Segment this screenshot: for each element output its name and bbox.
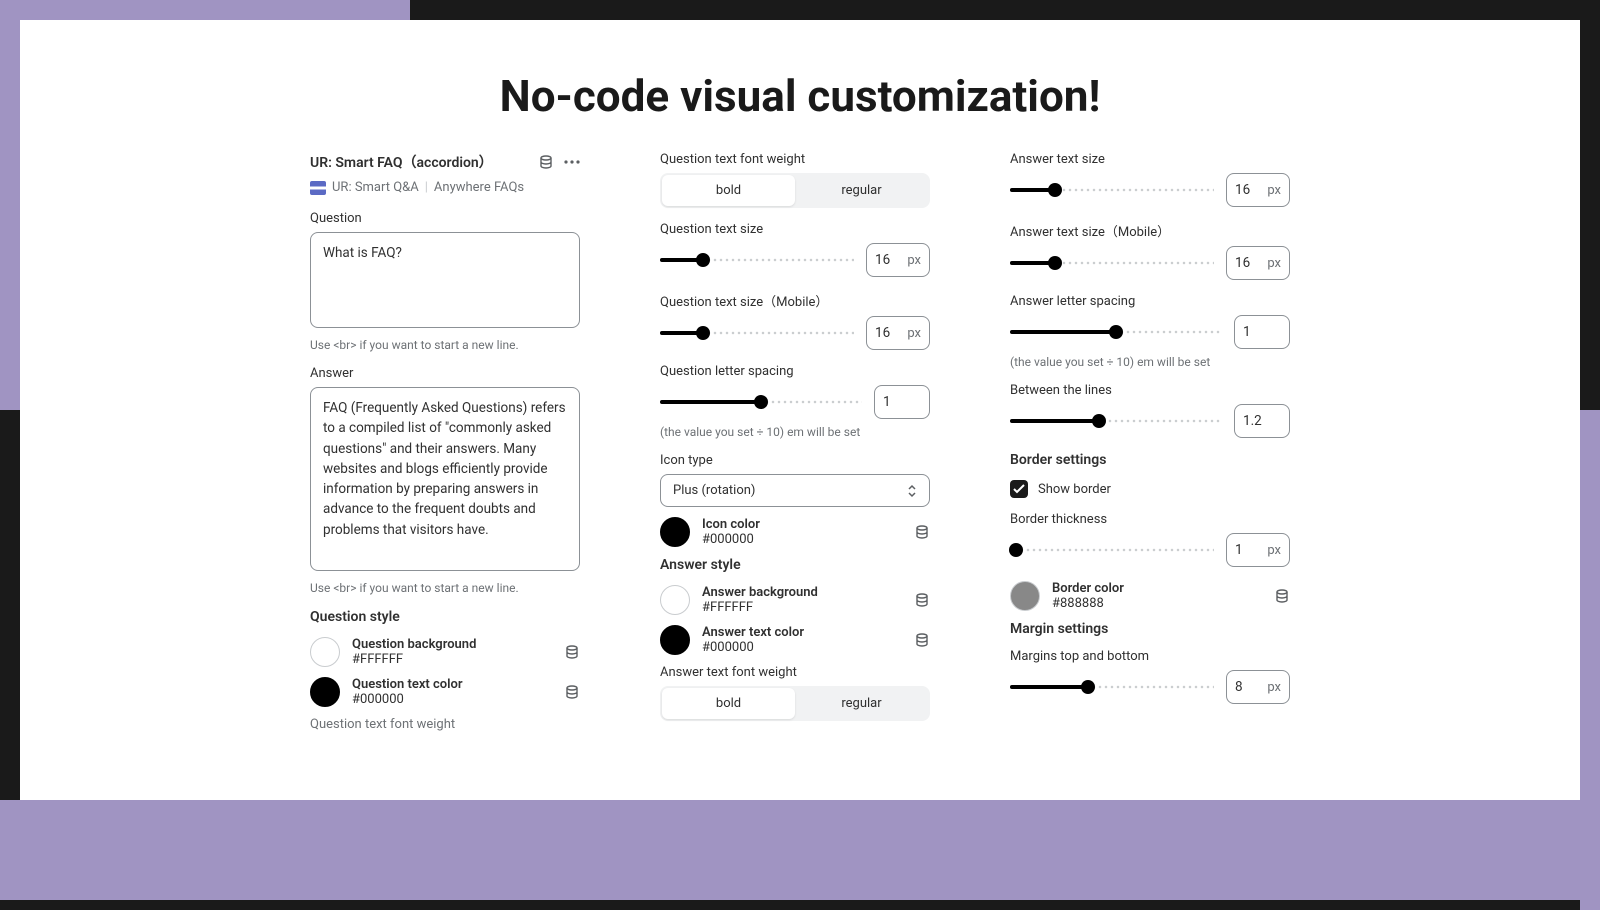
qts-label: Question text size [660, 222, 930, 237]
border-color[interactable]: Border color #888888 [1010, 581, 1290, 611]
bt-label: Border thickness [1010, 512, 1290, 527]
ats-slider[interactable] [1010, 180, 1214, 200]
select-chevron-icon [907, 484, 917, 498]
btl-slider[interactable] [1010, 411, 1222, 431]
crumb-section[interactable]: Anywhere FAQs [434, 180, 524, 195]
database-icon[interactable] [538, 154, 554, 170]
btl-input[interactable]: 1.2 [1234, 404, 1290, 438]
als-input[interactable]: 1 [1234, 315, 1290, 349]
qfw-label: Question text font weight [660, 152, 930, 167]
crumb-app[interactable]: UR: Smart Q&A [332, 180, 419, 195]
panel-answer-border: Answer text size 16px Answer text size（M… [1010, 152, 1290, 732]
icon-color[interactable]: Icon color #000000 [660, 517, 930, 547]
als-label: Answer letter spacing [1010, 294, 1290, 309]
app-icon [310, 181, 326, 195]
dynamic-source-icon[interactable] [914, 592, 930, 608]
truncated-label: Question text font weight [310, 717, 580, 732]
qfw-segment: bold regular [660, 173, 930, 208]
question-input[interactable] [310, 232, 580, 328]
ats-label: Answer text size [1010, 152, 1290, 167]
mtb-label: Margins top and bottom [1010, 649, 1290, 664]
qls-slider[interactable] [660, 392, 862, 412]
als-slider[interactable] [1010, 322, 1222, 342]
ats-input[interactable]: 16px [1226, 173, 1290, 207]
answer-label: Answer [310, 366, 580, 381]
page-title: No-code visual customization! [20, 20, 1580, 152]
mtb-input[interactable]: 8px [1226, 670, 1290, 704]
color-swatch [1010, 581, 1040, 611]
dynamic-source-icon[interactable] [564, 684, 580, 700]
btl-label: Between the lines [1010, 383, 1290, 398]
icon-type-label: Icon type [660, 453, 930, 468]
dynamic-source-icon[interactable] [914, 524, 930, 540]
afw-bold[interactable]: bold [662, 688, 795, 719]
afw-segment: bold regular [660, 686, 930, 721]
breadcrumb: UR: Smart Q&A | Anywhere FAQs [310, 180, 580, 195]
answer-input[interactable] [310, 387, 580, 571]
answer-hint: Use <br> if you want to start a new line… [310, 581, 580, 595]
qts-slider[interactable] [660, 250, 854, 270]
qtsm-slider[interactable] [660, 323, 854, 343]
question-hint: Use <br> if you want to start a new line… [310, 338, 580, 352]
icon-type-select[interactable]: Plus (rotation) [660, 474, 930, 507]
answer-style-heading: Answer style [660, 557, 930, 573]
color-swatch [310, 637, 340, 667]
als-hint: (the value you set ÷ 10) em will be set [1010, 355, 1290, 369]
border-settings-heading: Border settings [1010, 452, 1290, 468]
qfw-regular[interactable]: regular [795, 175, 928, 206]
margin-settings-heading: Margin settings [1010, 621, 1290, 637]
color-swatch [310, 677, 340, 707]
panel-question-style: Question text font weight bold regular Q… [660, 152, 930, 732]
afw-label: Answer text font weight [660, 665, 930, 680]
block-title: UR: Smart FAQ（accordion） [310, 152, 493, 172]
color-swatch [660, 585, 690, 615]
dynamic-source-icon[interactable] [914, 632, 930, 648]
dynamic-source-icon[interactable] [564, 644, 580, 660]
question-bg-color[interactable]: Question background #FFFFFF [310, 637, 580, 667]
qls-input[interactable]: 1 [874, 385, 930, 419]
mtb-slider[interactable] [1010, 677, 1214, 697]
main-canvas: No-code visual customization! UR: Smart … [20, 20, 1580, 800]
color-swatch [660, 625, 690, 655]
question-label: Question [310, 211, 580, 226]
qtsm-label: Question text size（Mobile） [660, 291, 930, 310]
atsm-slider[interactable] [1010, 253, 1214, 273]
atsm-input[interactable]: 16px [1226, 246, 1290, 280]
panel-faq-block: UR: Smart FAQ（accordion） UR: Smart Q&A |… [310, 152, 580, 732]
checkbox-icon [1010, 480, 1028, 498]
atsm-label: Answer text size（Mobile） [1010, 221, 1290, 240]
more-icon[interactable] [564, 154, 580, 170]
qls-label: Question letter spacing [660, 364, 930, 379]
qtsm-input[interactable]: 16px [866, 316, 930, 350]
bt-slider[interactable] [1010, 540, 1214, 560]
show-border-checkbox[interactable]: Show border [1010, 480, 1290, 498]
answer-text-color[interactable]: Answer text color #000000 [660, 625, 930, 655]
dynamic-source-icon[interactable] [1274, 588, 1290, 604]
afw-regular[interactable]: regular [795, 688, 928, 719]
bt-input[interactable]: 1px [1226, 533, 1290, 567]
qfw-bold[interactable]: bold [662, 175, 795, 206]
qts-input[interactable]: 16px [866, 243, 930, 277]
question-text-color[interactable]: Question text color #000000 [310, 677, 580, 707]
answer-bg-color[interactable]: Answer background #FFFFFF [660, 585, 930, 615]
question-style-heading: Question style [310, 609, 580, 625]
qls-hint: (the value you set ÷ 10) em will be set [660, 425, 930, 439]
color-swatch [660, 517, 690, 547]
